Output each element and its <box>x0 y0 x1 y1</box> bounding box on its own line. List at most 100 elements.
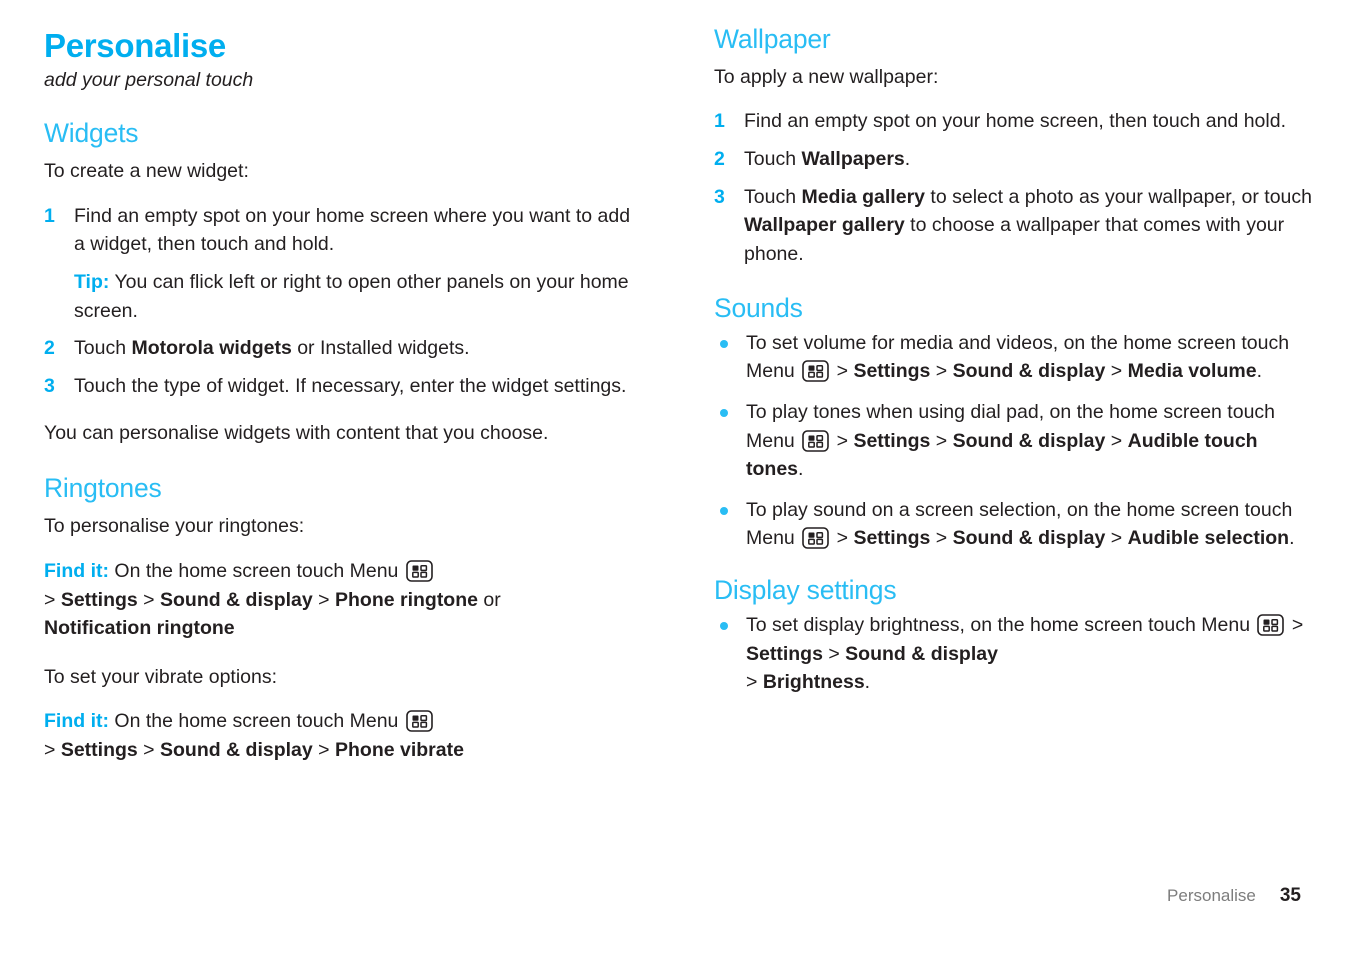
path-segment: Sound & display <box>159 739 313 762</box>
menu-key-icon <box>406 560 433 582</box>
right-column: Wallpaper To apply a new wallpaper: 1 Fi… <box>714 24 1314 713</box>
path-segment: Phone ringtone <box>334 588 478 611</box>
path-separator: > <box>828 642 840 665</box>
sounds-bullet-list: To set volume for media and videos, on t… <box>714 329 1314 554</box>
menu-key-icon <box>406 710 433 733</box>
path-separator: > <box>143 739 155 762</box>
path-separator: > <box>1291 613 1304 636</box>
path-separator: > <box>836 429 849 452</box>
step-number: 2 <box>44 337 55 360</box>
step-text-bold-2: Wallpaper gallery <box>744 214 905 237</box>
step-text-mid: to select a photo as your wallpaper, or … <box>925 185 1312 208</box>
ringtones-intro: To personalise your ringtones: <box>44 515 305 538</box>
path-separator: > <box>1110 527 1123 550</box>
path-separator: > <box>1110 429 1123 452</box>
path-separator: > <box>935 360 948 383</box>
list-item: To set display brightness, on the home s… <box>714 611 1314 697</box>
widgets-step-list: 1 Find an empty spot on your home screen… <box>44 202 644 401</box>
bullet-lead: To set display brightness, on the home s… <box>746 613 1256 636</box>
page-title: Personalise <box>44 27 226 64</box>
path-segment: Sound & display <box>845 642 998 665</box>
step-number: 1 <box>714 110 725 133</box>
path-separator: > <box>143 588 155 611</box>
tip-label: Tip: <box>74 271 110 294</box>
step-number: 1 <box>44 204 55 227</box>
bullet-dot-icon <box>720 621 728 630</box>
path-separator: > <box>836 527 849 550</box>
step-text-pre: Touch <box>74 337 132 360</box>
findit-path-vibrate: Find it: On the home screen touch Menu >… <box>44 707 644 764</box>
path-separator: > <box>44 739 56 762</box>
step-text-pre: Touch <box>744 185 802 208</box>
step-number: 2 <box>714 148 725 171</box>
step-text-pre: Touch <box>744 148 802 171</box>
step-text: Find an empty spot on your home screen w… <box>74 204 631 256</box>
path-separator: > <box>1110 360 1123 383</box>
menu-key-icon <box>1257 614 1285 636</box>
wallpaper-intro: To apply a new wallpaper: <box>714 65 939 88</box>
path-segment: Sound & display <box>159 588 313 611</box>
path-segment: Phone vibrate <box>334 739 464 762</box>
display-settings-bullet-list: To set display brightness, on the home s… <box>714 611 1314 697</box>
path-segment: Settings <box>853 360 931 383</box>
path-segment: Settings <box>853 429 931 452</box>
left-column: Personalise add your personal touch Widg… <box>44 27 644 781</box>
page-footer: Personalise 35 <box>1167 885 1301 907</box>
widgets-outro: You can personalise widgets with content… <box>44 421 549 444</box>
path-separator: > <box>318 588 330 611</box>
path-segment: Brightness <box>762 671 865 694</box>
bullet-dot-icon <box>720 506 728 515</box>
list-item: 1 Find an empty spot on your home screen… <box>44 202 644 326</box>
list-item: 1 Find an empty spot on your home screen… <box>714 107 1314 136</box>
list-item: To play tones when using dial pad, on th… <box>714 398 1314 484</box>
section-heading-ringtones: Ringtones <box>44 473 162 504</box>
list-item: 2 Touch Wallpapers. <box>714 145 1314 174</box>
section-heading-display-settings: Display settings <box>714 575 897 606</box>
findit-path-ringtone: Find it: On the home screen touch Menu >… <box>44 557 644 643</box>
bullet-dot-icon <box>720 408 728 417</box>
bullet-dot-icon <box>720 339 728 348</box>
path-segment: Sound & display <box>952 360 1106 383</box>
vibrate-intro: To set your vibrate options: <box>44 665 278 688</box>
findit-label: Find it: <box>44 559 109 582</box>
path-segment: Settings <box>60 739 138 762</box>
list-item: 2 Touch Motorola widgets or Installed wid… <box>44 334 644 363</box>
step-text-bold: Wallpapers <box>801 148 905 171</box>
path-separator: > <box>318 739 330 762</box>
bullet-end: . <box>864 671 871 694</box>
step-number: 3 <box>44 375 55 398</box>
path-separator: > <box>935 527 948 550</box>
path-segment: Settings <box>60 588 138 611</box>
tip-text: You can flick left or right to open othe… <box>74 271 629 322</box>
manual-page: Personalise add your personal touch Widg… <box>0 0 1345 954</box>
findit-text: On the home screen touch Menu <box>108 559 404 582</box>
section-heading-widgets: Widgets <box>44 118 139 149</box>
step-text-bold: Media gallery <box>801 185 926 208</box>
menu-key-icon <box>802 360 830 382</box>
step-text: Touch the type of widget. If necessary, … <box>74 375 627 398</box>
path-segment: Media volume <box>1127 360 1257 383</box>
footer-section-name: Personalise <box>1167 886 1256 905</box>
wallpaper-step-list: 1 Find an empty spot on your home screen… <box>714 107 1314 268</box>
section-heading-sounds: Sounds <box>714 292 803 323</box>
path-separator: > <box>44 588 56 611</box>
bullet-end: . <box>1289 527 1295 550</box>
step-text-post: or Installed widgets. <box>291 337 470 360</box>
footer-page-number: 35 <box>1279 885 1301 906</box>
findit-text: On the home screen touch Menu <box>108 710 404 733</box>
path-segment: Sound & display <box>952 527 1106 550</box>
bullet-end: . <box>798 458 804 481</box>
step-number: 3 <box>714 185 725 208</box>
path-separator: > <box>836 360 849 383</box>
path-segment: Sound & display <box>952 429 1106 452</box>
step-text-post: . <box>904 148 911 171</box>
menu-key-icon <box>802 527 830 550</box>
path-segment: Settings <box>853 527 931 550</box>
page-subtitle: add your personal touch <box>44 68 254 91</box>
list-item: To set volume for media and videos, on t… <box>714 329 1314 386</box>
path-conjunction: or <box>477 588 501 611</box>
path-segment: Notification ringtone <box>44 617 235 640</box>
findit-label: Find it: <box>44 710 109 733</box>
path-segment: Settings <box>746 642 823 665</box>
path-separator: > <box>746 671 758 694</box>
